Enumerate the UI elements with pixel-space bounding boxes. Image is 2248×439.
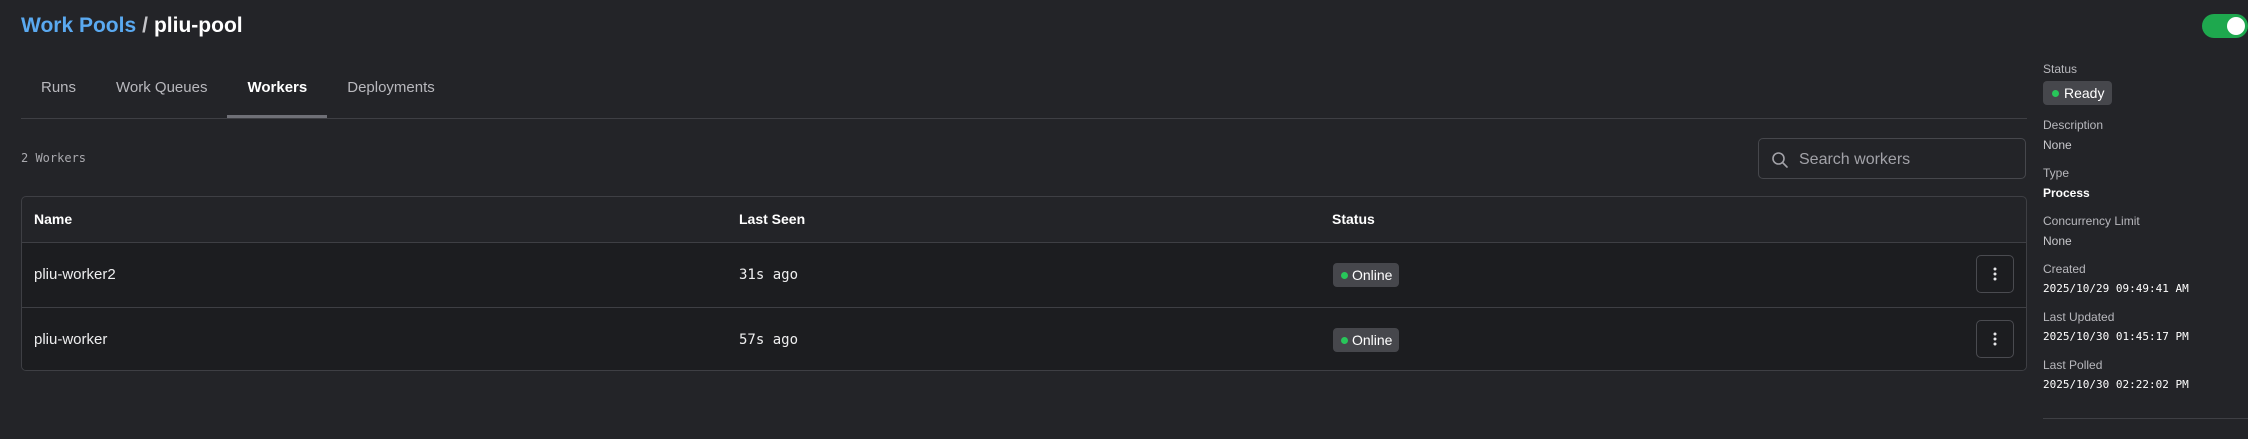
description-value: None xyxy=(2043,138,2072,152)
more-vertical-icon xyxy=(1993,332,1997,346)
last-polled-label: Last Polled xyxy=(2043,358,2103,372)
search-box[interactable] xyxy=(1758,138,2026,180)
worker-last-seen: 31s ago xyxy=(739,267,799,283)
last-updated-value: 2025/10/30 01:45:17 PM xyxy=(2043,330,2189,343)
work-pool-page: Work Pools / pliu-pool Runs Work Queues Wo… xyxy=(0,0,2248,439)
status-badge: Online xyxy=(1333,263,1400,287)
more-vertical-icon xyxy=(1993,267,1997,281)
tab-deployments[interactable]: Deployments xyxy=(327,60,455,118)
status-dot-icon xyxy=(1341,337,1348,344)
concurrency-limit-label: Concurrency Limit xyxy=(2043,214,2140,228)
work-pool-active-toggle[interactable] xyxy=(2202,14,2248,38)
table-row: pliu-worker2 31s ago Online xyxy=(22,243,2026,307)
status-badge-label: Online xyxy=(1352,332,1393,348)
type-value: Process xyxy=(2043,186,2090,200)
toggle-knob xyxy=(2227,17,2245,35)
row-actions-button[interactable] xyxy=(1976,255,2014,293)
status-dot-icon xyxy=(1341,272,1348,279)
concurrency-limit-value: None xyxy=(2043,234,2072,248)
row-actions-button[interactable] xyxy=(1976,320,2014,358)
tab-runs[interactable]: Runs xyxy=(21,60,96,118)
page-title: pliu-pool xyxy=(153,14,243,37)
breadcrumb-work-pools-link[interactable]: Work Pools xyxy=(21,14,136,37)
tab-bar: Runs Work Queues Workers Deployments xyxy=(21,60,2027,119)
pool-status-badge: Ready xyxy=(2043,81,2113,105)
status-badge: Online xyxy=(1333,328,1400,352)
status-dot-icon xyxy=(2052,90,2059,97)
column-header-name: Name xyxy=(34,211,73,227)
last-polled-value: 2025/10/30 02:22:02 PM xyxy=(2043,378,2189,391)
column-header-status: Status xyxy=(1332,211,1375,227)
worker-last-seen: 57s ago xyxy=(739,332,799,348)
breadcrumb: Work Pools / pliu-pool xyxy=(21,12,243,40)
created-label: Created xyxy=(2043,262,2086,276)
breadcrumb-separator: / xyxy=(142,14,148,37)
table-header: Name Last Seen Status xyxy=(22,197,2026,243)
worker-name[interactable]: pliu-worker xyxy=(34,308,107,370)
last-updated-label: Last Updated xyxy=(2043,310,2115,324)
search-icon xyxy=(1772,152,1788,168)
column-header-last-seen: Last Seen xyxy=(739,211,806,227)
tab-workers[interactable]: Workers xyxy=(227,60,328,118)
tab-work-queues[interactable]: Work Queues xyxy=(96,60,227,118)
worker-count: 2 Workers xyxy=(21,151,87,165)
panel-divider xyxy=(2043,418,2248,419)
type-label: Type xyxy=(2043,166,2070,180)
worker-name[interactable]: pliu-worker2 xyxy=(34,243,116,307)
pool-status-value: Ready xyxy=(2064,85,2105,101)
description-label: Description xyxy=(2043,118,2104,132)
status-badge-label: Online xyxy=(1352,267,1393,283)
table-row: pliu-worker 57s ago Online xyxy=(22,307,2026,370)
search-input[interactable] xyxy=(1797,139,2021,180)
status-label: Status xyxy=(2043,62,2078,76)
created-value: 2025/10/29 09:49:41 AM xyxy=(2043,282,2189,295)
workers-table: Name Last Seen Status pliu-worker2 31s a… xyxy=(21,196,2027,371)
